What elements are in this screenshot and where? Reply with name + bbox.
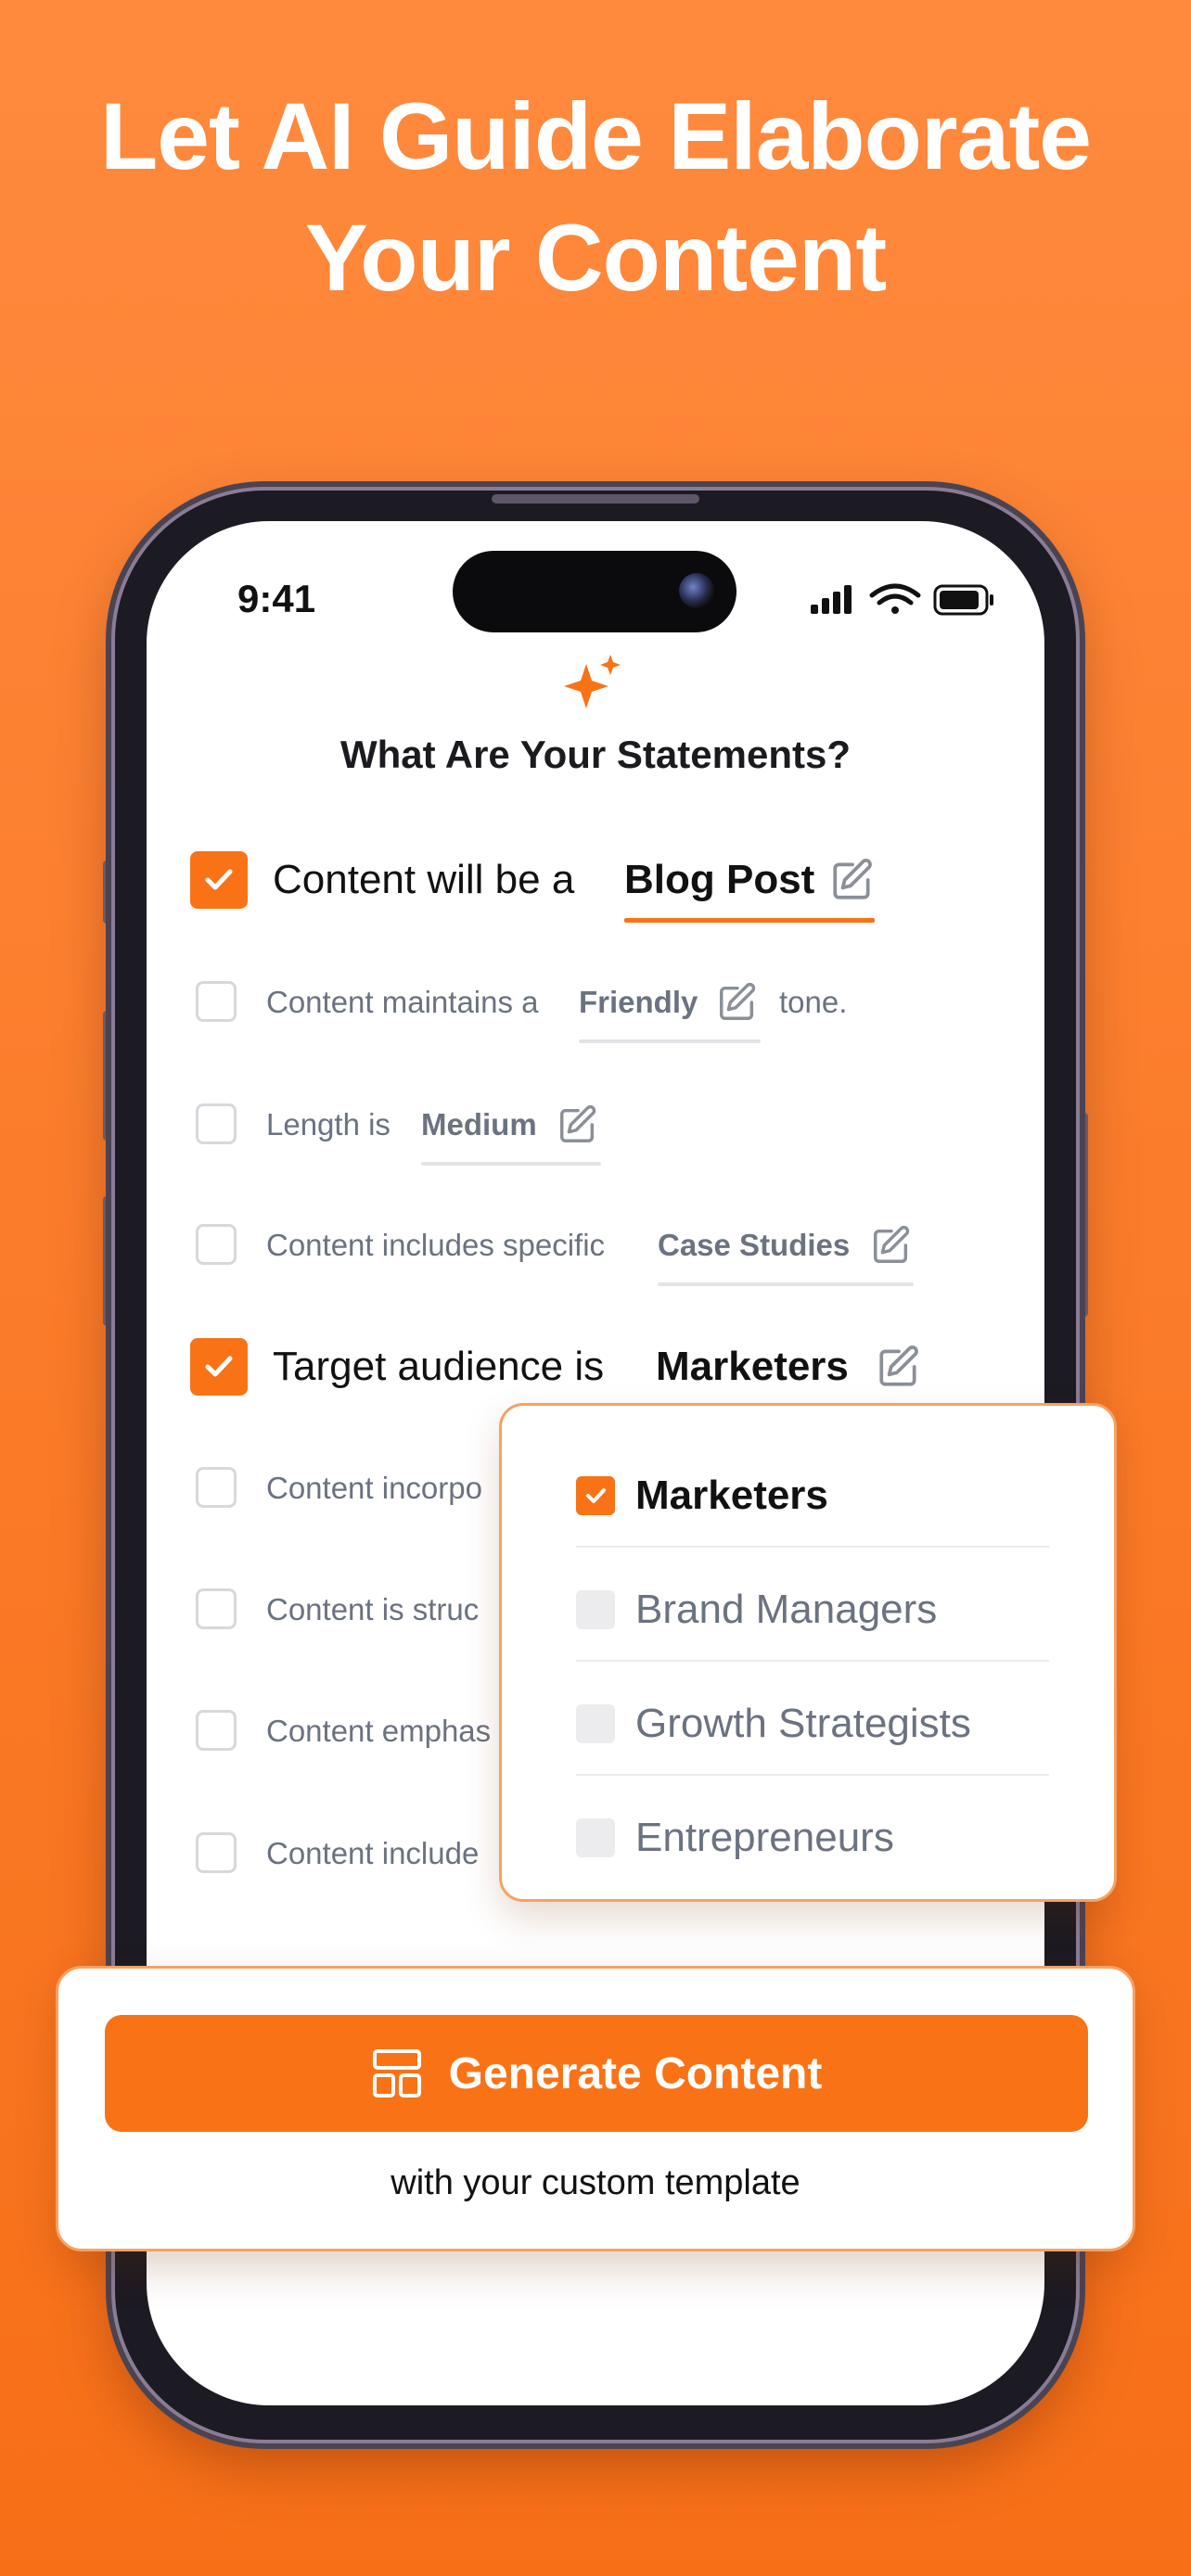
statement-value: Medium — [421, 1107, 537, 1141]
screen-title: What Are Your Statements? — [340, 733, 851, 776]
dynamic-island — [453, 551, 736, 632]
status-time: 9:41 — [237, 577, 316, 620]
statement-text: Content incorpo — [266, 1471, 482, 1505]
statement-text: Length is — [266, 1107, 391, 1141]
battery-icon — [933, 584, 993, 616]
checkmark-icon — [586, 1488, 606, 1503]
option-checkbox[interactable] — [576, 1818, 615, 1857]
statement-value: Marketers — [656, 1344, 849, 1389]
statement-checkbox-includes[interactable] — [196, 1224, 237, 1265]
value-underline — [579, 1039, 761, 1043]
statement-text: Content include — [266, 1836, 480, 1870]
statement-checkbox[interactable] — [196, 1467, 237, 1508]
value-chip-audience[interactable]: Marketers — [656, 1344, 849, 1390]
statement-checkbox-length[interactable] — [196, 1103, 237, 1144]
statement-checkbox[interactable] — [196, 1832, 237, 1873]
statement-text: Content will be a — [273, 857, 575, 902]
wifi-icon — [869, 583, 921, 614]
generate-button-label: Generate Content — [448, 2048, 823, 2098]
value-underline — [658, 1282, 914, 1286]
option-checkbox[interactable] — [576, 1590, 615, 1629]
edit-icon[interactable] — [870, 1224, 913, 1267]
statement-text: Content includes specific — [266, 1228, 606, 1262]
option-checkbox[interactable] — [576, 1704, 615, 1743]
audience-dropdown: Marketers Brand Managers Growth Strategi… — [499, 1403, 1117, 1902]
audience-option-marketers[interactable]: Marketers — [576, 1440, 1049, 1553]
edit-icon[interactable] — [557, 1103, 599, 1146]
status-icons — [811, 583, 993, 616]
statement-checkbox[interactable] — [196, 1710, 237, 1751]
headline-line-1: Let AI Guide Elaborate — [99, 83, 1092, 189]
statement-row-tone: Content maintains a Friendly tone. — [0, 981, 1191, 1046]
statement-text: Content emphas — [266, 1714, 492, 1748]
camera-icon — [679, 573, 714, 608]
generate-content-button[interactable]: Generate Content — [105, 2015, 1088, 2132]
option-label: Marketers — [635, 1473, 828, 1518]
headline: Let AI Guide Elaborate Your Content — [0, 76, 1191, 318]
statement-text: Content is struc — [266, 1592, 480, 1626]
sparkle-icon — [564, 655, 621, 708]
divider — [576, 1774, 1049, 1776]
edit-icon[interactable] — [876, 1344, 922, 1390]
statement-checkbox-content-type[interactable] — [190, 851, 248, 909]
audience-option-growth-strategists[interactable]: Growth Strategists — [576, 1668, 1049, 1781]
statement-row-includes: Content includes specific Case Studies — [0, 1224, 1191, 1289]
value-chip-tone[interactable]: Friendly — [579, 985, 698, 1020]
option-label: Entrepreneurs — [635, 1815, 894, 1860]
divider — [576, 1660, 1049, 1662]
headline-line-2: Your Content — [304, 204, 887, 311]
audience-option-brand-managers[interactable]: Brand Managers — [576, 1554, 1049, 1667]
statement-row-audience: Target audience is Marketers — [0, 1335, 1191, 1400]
edit-icon[interactable] — [716, 981, 759, 1024]
edit-icon[interactable] — [829, 857, 876, 903]
checkmark-icon — [205, 869, 233, 890]
statement-text: Target audience is — [273, 1344, 605, 1389]
statement-row-content-type: Content will be a Blog Post — [0, 848, 1191, 923]
phone-speaker-grille — [492, 494, 699, 504]
checkmark-icon — [205, 1356, 233, 1377]
value-underline — [624, 918, 875, 923]
statement-checkbox-audience[interactable] — [190, 1338, 248, 1396]
value-underline — [421, 1162, 601, 1166]
statement-value: Blog Post — [624, 857, 815, 902]
statement-value: Friendly — [579, 985, 698, 1019]
option-checkbox[interactable] — [576, 1476, 615, 1515]
option-label: Brand Managers — [635, 1587, 938, 1632]
option-label: Growth Strategists — [635, 1701, 971, 1746]
statement-suffix: tone. — [779, 985, 848, 1019]
signal-icon — [811, 585, 852, 614]
value-chip-includes[interactable]: Case Studies — [658, 1228, 850, 1263]
divider — [576, 1546, 1049, 1548]
value-chip-length[interactable]: Medium — [421, 1107, 537, 1142]
audience-option-entrepreneurs[interactable]: Entrepreneurs — [576, 1782, 1049, 1895]
value-chip-content-type[interactable]: Blog Post — [624, 857, 814, 903]
statement-text: Content maintains a — [266, 985, 539, 1019]
template-icon — [372, 2049, 421, 2098]
statement-value: Case Studies — [658, 1228, 851, 1262]
statement-checkbox[interactable] — [196, 1588, 237, 1629]
generate-card: Generate Content with your custom templa… — [56, 1966, 1135, 2251]
generate-subtitle: with your custom template — [391, 2163, 800, 2202]
statement-row-length: Length is Medium — [0, 1103, 1191, 1168]
statement-checkbox-tone[interactable] — [196, 981, 237, 1022]
